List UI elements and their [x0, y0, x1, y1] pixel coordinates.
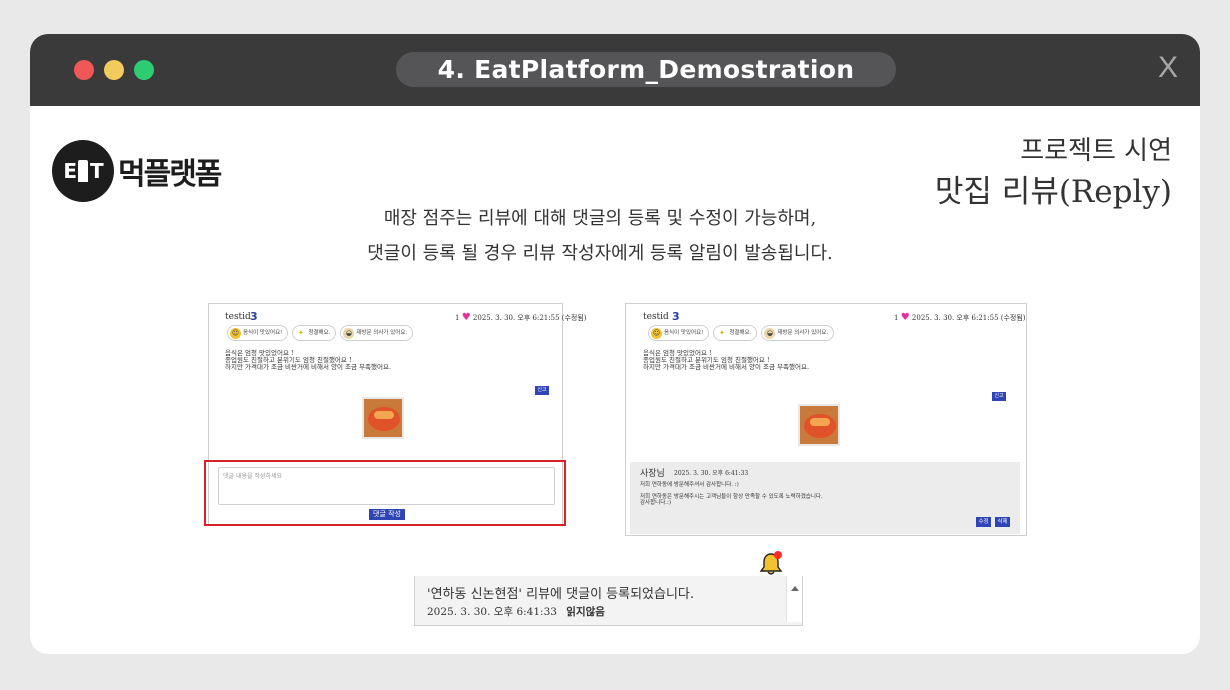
owner-reply-text: 저희 연하동에 방문해주셔서 감사합니다. :) 저희 연하동은 방문해주시는 …: [640, 482, 823, 506]
review-meta: 1 ♥ 2025. 3. 30. 오후 6:21:55 (수정됨): [894, 312, 1026, 323]
description-line-1: 매장 점주는 리뷰에 대해 댓글의 등록 및 수정이 가능하며,: [383, 208, 817, 229]
bowl-icon: ◒: [343, 327, 355, 339]
notification-message[interactable]: '연하동 신논현점' 리뷰에 댓글이 등록되었습니다.: [427, 583, 694, 602]
tag-tasty: ☺ 음식이 맛있어요!: [648, 325, 710, 341]
review-meta: 1 ♥ 2025. 3. 30. 오후 6:21:55 (수정됨): [455, 312, 587, 323]
notification-meta: 2025. 3. 30. 오후 6:41:33 읽지않음: [427, 604, 605, 619]
description-line-2: 댓글이 등록 될 경우 리뷰 작성자에게 등록 알림이 발송됩니다.: [367, 243, 833, 264]
review-tags: ☺ 음식이 맛있어요! ✦ 청결해요. ◒ 재방문 의사가 있어요.: [648, 325, 835, 341]
review-card-after: testid 3 1 ♥ 2025. 3. 30. 오후 6:21:55 (수정…: [625, 303, 1027, 536]
tag-clean: ✦ 청결해요.: [713, 325, 758, 341]
window-titlebar: 4. EatPlatform_Demostration X: [30, 34, 1200, 106]
food-photo[interactable]: [798, 404, 840, 446]
smile-icon: ☺: [230, 327, 241, 339]
reply-submit-button[interactable]: 댓글 작성: [369, 509, 405, 520]
heart-icon[interactable]: ♥: [901, 312, 910, 323]
brand-logo: E T 먹플랫폼: [52, 140, 222, 202]
owner-reply: 사장님 2025. 3. 30. 오후 6:41:33 저희 연하동에 방문해주…: [630, 462, 1020, 534]
bowl-icon: ◒: [764, 327, 776, 339]
owner-reply-timestamp: 2025. 3. 30. 오후 6:41:33: [674, 470, 749, 477]
presentation-window: 4. EatPlatform_Demostration X E T 먹플랫폼 프…: [30, 34, 1200, 654]
tag-tasty: ☺ 음식이 맛있어요!: [227, 325, 289, 341]
logo-mark-left: E: [63, 159, 77, 183]
review-timestamp: 2025. 3. 30. 오후 6:21:55 (수정됨): [911, 314, 1026, 322]
like-count: 1: [894, 314, 899, 322]
heart-icon[interactable]: ♥: [462, 312, 471, 323]
smile-icon: ☺: [651, 327, 662, 339]
window-title: 4. EatPlatform_Demostration: [396, 52, 896, 87]
notification-timestamp: 2025. 3. 30. 오후 6:41:33: [427, 606, 557, 618]
review-user: testid: [643, 312, 669, 322]
notification-scrollbar[interactable]: [786, 576, 802, 622]
review-score: 3: [672, 310, 680, 323]
close-dot-icon[interactable]: [74, 60, 94, 80]
maximize-dot-icon[interactable]: [134, 60, 154, 80]
tag-clean: ✦ 청결해요.: [292, 325, 337, 341]
notification-bell-icon[interactable]: [759, 551, 783, 577]
notification-dropdown[interactable]: '연하동 신논현점' 리뷰에 댓글이 등록되었습니다. 2025. 3. 30.…: [414, 576, 803, 626]
food-photo[interactable]: [362, 397, 404, 439]
review-timestamp: 2025. 3. 30. 오후 6:21:55 (수정됨): [472, 314, 587, 322]
review-body: 음식은 엄청 맛있었어요 ! 종업원도 친절하고 분위기도 엄청 친절했어요 !…: [225, 349, 392, 371]
like-count: 1: [455, 314, 460, 322]
review-user: testid: [225, 312, 251, 322]
section-title: 맛집 리뷰(Reply): [934, 174, 1172, 210]
review-body: 음식은 엄청 맛있었어요 ! 종업원도 친절하고 분위기도 엄청 친절했어요 !…: [643, 349, 810, 371]
delete-reply-button[interactable]: 삭제: [995, 517, 1010, 527]
fork-icon: [78, 160, 88, 182]
owner-name: 사장님: [640, 469, 665, 479]
sparkle-icon: ✦: [297, 328, 304, 337]
review-score: 3: [250, 310, 258, 323]
logo-text: 먹플랫폼: [118, 157, 222, 192]
close-button[interactable]: X: [1158, 51, 1178, 85]
edit-reply-button[interactable]: 수정: [976, 517, 991, 527]
report-button[interactable]: 신고: [535, 386, 549, 395]
scroll-up-icon[interactable]: [791, 586, 799, 591]
logo-mark-icon: E T: [52, 140, 114, 202]
section-subtitle: 프로젝트 시연: [1020, 136, 1172, 166]
tag-revisit: ◒ 재방문 의사가 있어요.: [761, 325, 835, 341]
logo-mark-right: T: [90, 159, 104, 183]
reply-input[interactable]: 댓글 내용을 작성하세요: [218, 467, 555, 505]
reply-form-highlight: 댓글 내용을 작성하세요 댓글 작성: [204, 460, 566, 526]
notification-status: 읽지않음: [566, 606, 605, 618]
sparkle-icon: ✦: [718, 328, 725, 337]
minimize-dot-icon[interactable]: [104, 60, 124, 80]
tag-revisit: ◒ 재방문 의사가 있어요.: [340, 325, 414, 341]
report-button[interactable]: 신고: [992, 392, 1006, 401]
review-tags: ☺ 음식이 맛있어요! ✦ 청결해요. ◒ 재방문 의사가 있어요.: [227, 325, 414, 341]
